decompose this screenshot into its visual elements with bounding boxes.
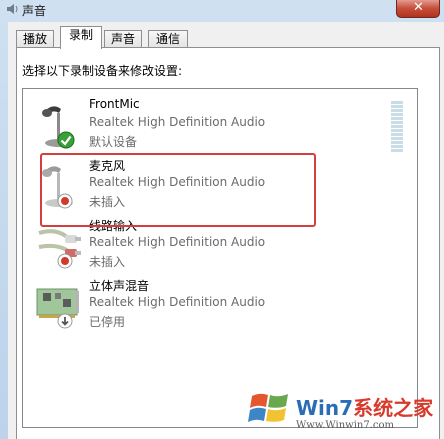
title-bar: 声音 ✕ — [0, 0, 444, 20]
recording-device-list[interactable]: FrontMic Realtek High Definition Audio 默… — [22, 88, 418, 428]
list-item[interactable]: 立体声混音 Realtek High Definition Audio 已停用 — [23, 273, 383, 329]
tab-communications[interactable]: 通信 — [148, 30, 188, 48]
gray-down-arrow-icon — [57, 313, 73, 329]
device-name: FrontMic — [89, 97, 140, 111]
device-status: 默认设备 — [89, 135, 138, 149]
level-meter — [391, 101, 403, 153]
speaker-icon — [7, 4, 18, 14]
windows-logo-icon — [248, 393, 288, 422]
device-driver: Realtek High Definition Audio — [89, 115, 266, 129]
list-item[interactable]: FrontMic Realtek High Definition Audio 默… — [23, 93, 403, 152]
device-status: 未插入 — [89, 255, 126, 269]
device-name: 立体声混音 — [89, 279, 150, 293]
red-down-arrow-icon — [57, 253, 73, 269]
tab-playback[interactable]: 播放 — [16, 30, 54, 48]
sound-dialog: 声音 ✕ 播放 录制 声音 通信 选择以下录制设备来修改设置: FrontMic… — [0, 0, 444, 439]
device-status: 已停用 — [89, 315, 126, 329]
device-driver: Realtek High Definition Audio — [89, 295, 266, 309]
green-check-icon — [57, 131, 75, 149]
device-driver: Realtek High Definition Audio — [89, 235, 266, 249]
instruction-text: 选择以下录制设备来修改设置: — [22, 64, 183, 78]
window-title: 声音 — [22, 4, 47, 18]
watermark-url: Www.Winwin7.com — [296, 420, 394, 431]
close-icon: ✕ — [413, 0, 424, 15]
watermark-brand: Win7系统之家 — [296, 396, 434, 420]
tab-sounds[interactable]: 声音 — [104, 30, 142, 48]
highlight-box — [40, 153, 316, 227]
close-button[interactable]: ✕ — [396, 0, 440, 18]
tab-recording[interactable]: 录制 — [60, 26, 102, 49]
